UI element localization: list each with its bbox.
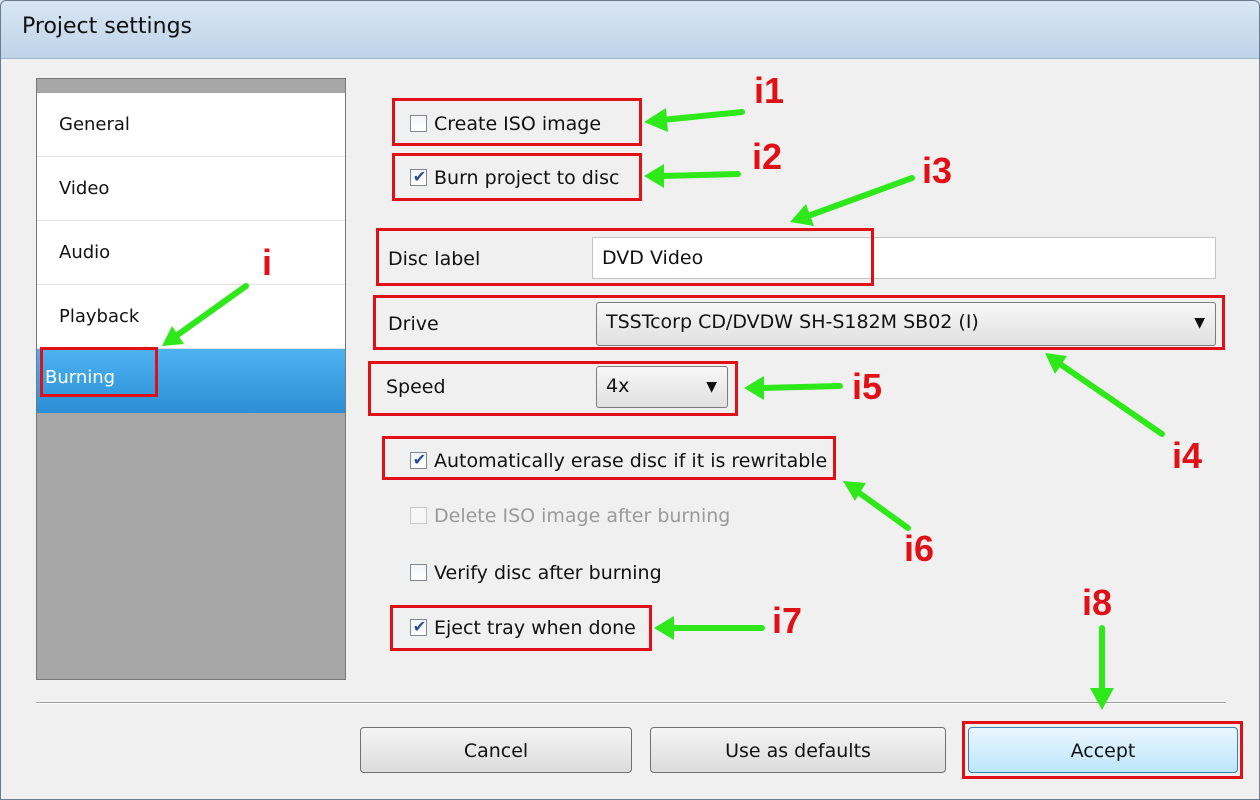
callout-i: i: [262, 242, 273, 283]
arrow-head-i2: [644, 164, 664, 188]
arrow-i: [173, 283, 249, 339]
arrow-i3: [805, 175, 915, 219]
arrow-head-i5: [744, 376, 764, 400]
callout-i1: i1: [754, 70, 785, 111]
callout-i7: i7: [772, 600, 803, 641]
arrow-i6: [855, 489, 911, 531]
callout-i2: i2: [752, 136, 783, 177]
arrow-i5: [759, 383, 843, 391]
arrow-head-i7: [654, 616, 674, 640]
arrow-i2: [659, 171, 741, 179]
callout-i5: i5: [852, 366, 883, 407]
arrow-head-i1: [644, 108, 668, 132]
callout-i3: i3: [922, 150, 953, 191]
arrow-i1: [659, 109, 745, 123]
arrow-i4: [1057, 361, 1165, 437]
callout-i4: i4: [1172, 435, 1203, 476]
project-settings-dialog: Project settings General Video Audio Pla…: [0, 0, 1260, 800]
callout-i8: i8: [1082, 582, 1113, 623]
arrow-head-i8: [1090, 688, 1114, 710]
annotation-arrows: [162, 108, 1165, 710]
callout-i6: i6: [904, 528, 935, 569]
